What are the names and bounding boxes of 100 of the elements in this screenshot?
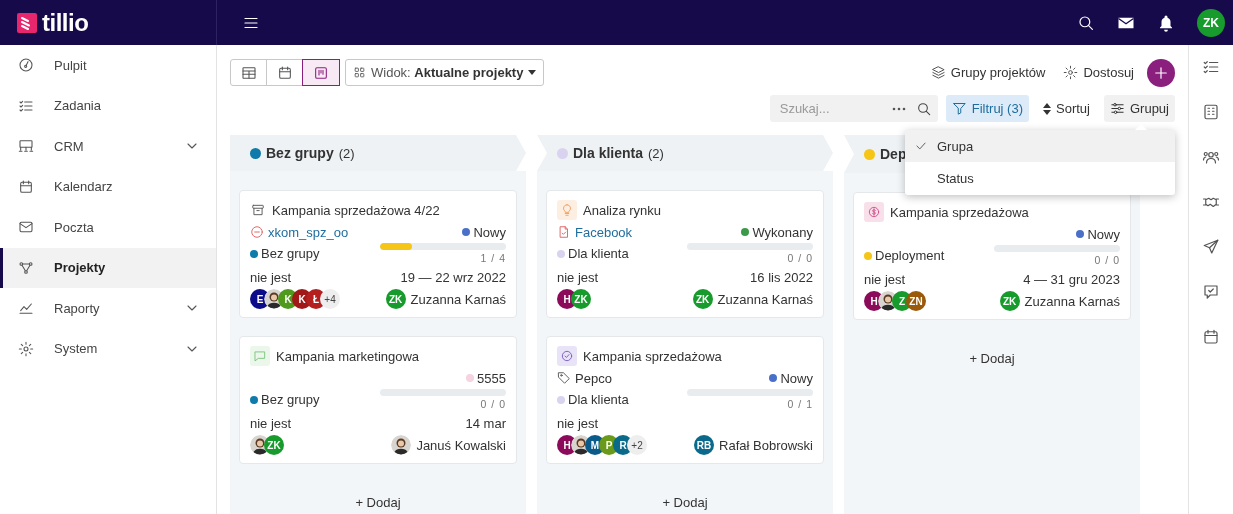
owner-name: Januś Kowalski [416, 437, 506, 453]
table-icon [240, 64, 257, 81]
dollar-icon [864, 202, 884, 222]
add-card-button[interactable]: + Dodaj [961, 347, 1023, 370]
logo-icon [17, 12, 37, 33]
project-card[interactable]: Kampania sprzedażowa Pepco Nowy Dla klienta 0 / 1 nie jest H M P R +2 RB Rafał Bobrowski [546, 336, 824, 464]
sidebar-item[interactable]: Pulpit [0, 45, 216, 86]
caret-icon [528, 70, 537, 75]
sidebar-item[interactable]: Zadania [0, 85, 216, 126]
card-title[interactable]: Analiza rynku [583, 202, 662, 218]
more-icon[interactable] [891, 106, 906, 111]
menu-item-label: Status [937, 170, 974, 186]
gauge-icon [18, 57, 34, 74]
view-dropdown-label: Widok: Aktualne projekty [371, 65, 524, 80]
column-title: Dep [880, 146, 907, 162]
assignee-text: nie jest [250, 415, 292, 431]
group-label: Dla klienta [568, 246, 629, 261]
view-dropdown[interactable]: Widok: Aktualne projekty [345, 59, 545, 86]
send-icon[interactable] [1202, 238, 1220, 256]
card-title[interactable]: Kampania marketingowa [276, 348, 420, 364]
kanban-icon [313, 64, 329, 81]
add-button[interactable] [1147, 58, 1175, 87]
avatar: ZK [999, 291, 1020, 311]
menu-item[interactable]: Grupa [905, 130, 1175, 162]
calendar-icon [18, 178, 34, 195]
status-label: 5555 [477, 370, 506, 386]
building-icon[interactable] [1202, 103, 1220, 121]
status-label: Wykonany [752, 224, 813, 240]
sidebar-item[interactable]: Kalendarz [0, 166, 216, 207]
add-card-button[interactable]: + Dodaj [347, 491, 409, 514]
settings-icon [1063, 65, 1079, 80]
avatar: ZN [906, 291, 926, 311]
document-icon [557, 225, 571, 239]
sidebar-item[interactable]: Poczta [0, 207, 216, 248]
action-button[interactable]: Dostosuj [1063, 65, 1134, 80]
calendar-icon [276, 64, 293, 81]
column-title: Dla klienta [573, 145, 644, 161]
sidebar-label: Kalendarz [54, 179, 113, 195]
sidebar-label: Poczta [54, 219, 94, 235]
card-title[interactable]: Kampania sprzedażowa [583, 348, 722, 364]
assignee-text: nie jest [557, 269, 599, 285]
blocked-icon [250, 225, 264, 239]
avatar: ZK [385, 289, 406, 309]
add-card-button[interactable]: + Dodaj [654, 491, 716, 514]
filter-button[interactable]: Filtruj (3) [945, 95, 1029, 122]
tag-icon [557, 371, 571, 385]
board-icon [18, 138, 34, 155]
column-count: (2) [338, 145, 355, 161]
grid-icon [353, 66, 366, 79]
search-icon[interactable] [915, 100, 932, 117]
search-input[interactable]: Szukaj... [777, 100, 882, 117]
checklist-icon[interactable] [1202, 58, 1220, 76]
card-title[interactable]: Kampania sprzedażowa [890, 204, 1029, 220]
nodes-icon [18, 259, 34, 276]
assignee-text: nie jest [250, 269, 292, 285]
status-label: Nowy [473, 224, 506, 240]
card-title[interactable]: Kampania sprzedażowa 4/22 [272, 202, 440, 218]
sliders-icon [1109, 101, 1125, 116]
link-text[interactable]: Facebook [575, 224, 633, 240]
sidebar-item[interactable]: System [0, 328, 216, 369]
link-text[interactable]: xkom_spz_oo [268, 224, 349, 240]
owner-name: Zuzanna Karnaś [410, 291, 506, 307]
date-range: 19 — 22 wrz 2022 [400, 269, 506, 285]
view-toggle-button[interactable] [303, 60, 339, 85]
sidebar-label: Projekty [54, 260, 106, 276]
logo-text[interactable]: tillio [42, 10, 89, 35]
owner-name: Zuzanna Karnaś [1024, 293, 1120, 309]
progress-count: 0 / 0 [787, 252, 813, 264]
date-range: 4 — 31 gru 2023 [1023, 271, 1120, 287]
search-icon[interactable] [1077, 13, 1095, 32]
bulb-icon [557, 200, 577, 220]
bell-icon[interactable] [1157, 13, 1175, 32]
column-count: (2) [648, 145, 664, 161]
group-button[interactable]: Grupuj [1103, 95, 1175, 122]
menu-item-label: Grupa [937, 138, 974, 154]
project-card[interactable]: Kampania sprzedażowa Nowy Deployment 0 / 0 nie jest 4 — 31 gru 2023 H Z ZN ZK Zuzanna Karnaś [853, 192, 1131, 320]
date-range: 16 lis 2022 [750, 269, 813, 285]
avatar: ZK [264, 435, 284, 455]
menu-item[interactable]: Status [905, 162, 1175, 194]
sidebar-item[interactable]: Raporty [0, 288, 216, 329]
project-card[interactable]: Kampania marketingowa 5555 Bez grupy 0 / 0 nie jest 14 mar ZK Januś Kowalski [239, 336, 517, 464]
tag-text: Pepco [575, 370, 612, 386]
sidebar-item[interactable]: CRM [0, 126, 216, 167]
avatar: ZK [692, 289, 713, 309]
sidebar-label: Zadania [54, 98, 101, 114]
chat-check-icon[interactable] [1202, 283, 1220, 301]
sidebar-label: Pulpit [54, 57, 87, 73]
action-button[interactable]: Grupy projektów [930, 65, 1046, 80]
progress-count: 0 / 0 [480, 398, 506, 410]
project-card[interactable]: Kampania sprzedażowa 4/22 xkom_spz_oo Nowy Bez grupy 1 / 4 nie jest 19 — 22 wrz 2022 E K K Ł +4 ZK Zuzanna Karnaś [239, 190, 517, 318]
search-field[interactable]: Szukaj... [769, 95, 938, 122]
progress-count: 0 / 0 [1094, 254, 1120, 266]
calendar-icon[interactable] [1202, 328, 1220, 346]
assignee-text: nie jest [864, 271, 906, 287]
sidebar-item[interactable]: Projekty [0, 247, 216, 288]
sort-button[interactable]: Sortuj [1037, 95, 1096, 122]
settings-icon [18, 340, 34, 357]
layers-icon [930, 65, 946, 80]
progress-count: 1 / 4 [480, 252, 506, 264]
user-avatar[interactable]: ZK [1197, 8, 1225, 37]
